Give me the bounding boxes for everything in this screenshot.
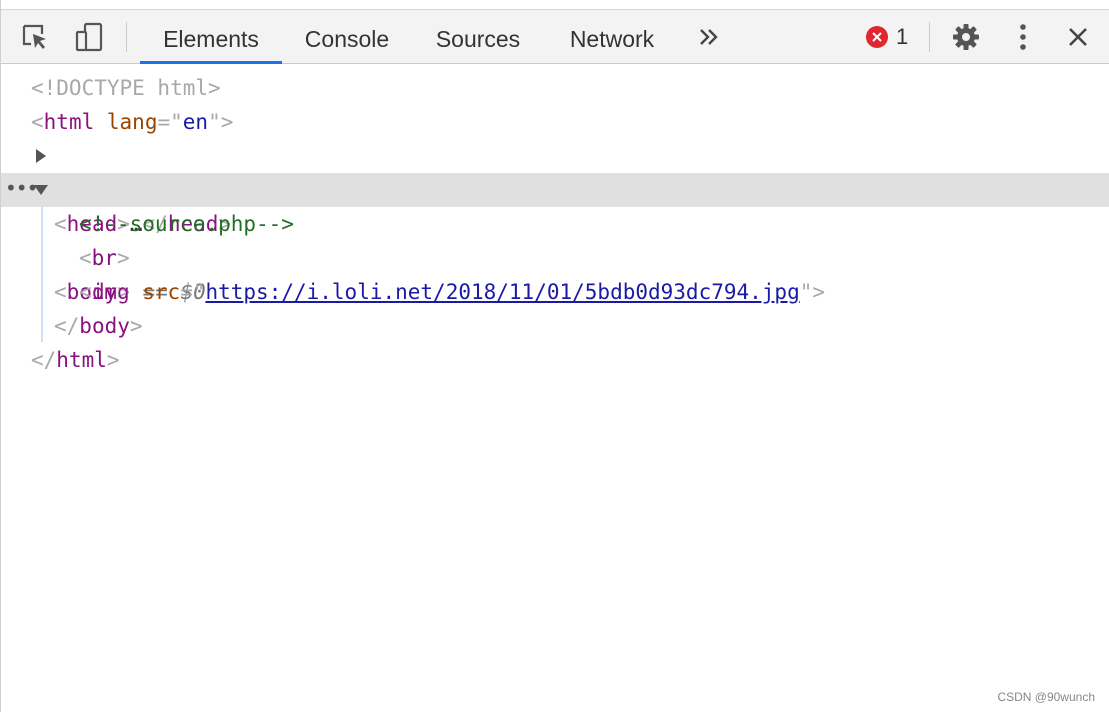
devtools-panel: Elements Console Sources Network 1 <!DOC… <box>0 0 1109 712</box>
tab-sources[interactable]: Sources <box>426 10 530 64</box>
device-toolbar-button[interactable] <box>69 10 109 64</box>
html-close-tag-name: html <box>56 348 107 372</box>
collapse-caret-icon[interactable] <box>34 185 48 195</box>
img-tag-name: img <box>91 280 130 304</box>
html-open-node: <html lang="en"> <box>31 110 234 134</box>
tree-line-body-selected[interactable]: ••• <body> == $0 <box>1 173 1109 304</box>
inspect-element-button[interactable] <box>15 10 55 64</box>
tree-line-head[interactable]: <head>…</head> <box>1 139 1109 236</box>
src-attribute-name: src <box>142 280 181 304</box>
tree-line-br[interactable]: <br> <box>1 241 1109 275</box>
html-close-node: </html> <box>31 348 120 372</box>
html-tag-name: html <box>43 110 95 134</box>
tree-line-doctype[interactable]: <!DOCTYPE html> <box>1 71 1109 105</box>
device-toolbar-icon <box>73 21 105 53</box>
expand-caret-icon[interactable] <box>36 149 46 163</box>
kebab-menu-icon <box>1018 22 1028 52</box>
node-actions-dots[interactable]: ••• <box>5 173 38 207</box>
active-tab-indicator <box>140 61 282 64</box>
chevron-double-right-icon <box>698 26 720 48</box>
error-circle-icon <box>866 26 888 48</box>
inspect-element-icon <box>20 22 50 52</box>
br-tag-name: br <box>91 246 117 270</box>
watermark: CSDN @90wunch <box>997 690 1095 704</box>
gear-icon <box>951 22 981 52</box>
tab-elements[interactable]: Elements <box>140 10 282 64</box>
tab-network[interactable]: Network <box>556 10 668 64</box>
doctype-node: <!DOCTYPE html> <box>31 76 221 100</box>
more-options-button[interactable] <box>1003 10 1043 64</box>
body-close-tag-name: body <box>79 314 130 338</box>
error-count-badge[interactable]: 1 <box>861 10 917 64</box>
lang-attribute-name: lang <box>106 110 158 134</box>
close-devtools-button[interactable] <box>1058 10 1098 64</box>
comment-node: <!--source.php--> <box>79 212 294 236</box>
tree-line-html-open[interactable]: <html lang="en"> <box>1 105 1109 139</box>
tab-console[interactable]: Console <box>295 10 399 64</box>
body-close-node: </body> <box>54 314 143 338</box>
close-icon <box>1067 26 1089 48</box>
br-node: <br> <box>79 246 130 270</box>
lang-attribute-value: en <box>182 110 209 134</box>
devtools-toolbar: Elements Console Sources Network 1 <box>1 9 1109 64</box>
more-tabs-button[interactable] <box>689 10 729 64</box>
tree-line-comment[interactable]: <!--source.php--> <box>1 207 1109 241</box>
error-count: 1 <box>896 24 909 49</box>
tree-line-body-close[interactable]: </body> <box>1 309 1109 343</box>
tree-line-html-close[interactable]: </html> <box>1 343 1109 377</box>
toolbar-divider <box>126 22 127 52</box>
img-node: <img src="https://i.loli.net/2018/11/01/… <box>79 280 826 304</box>
settings-button[interactable] <box>946 10 986 64</box>
children-indent-guide <box>41 206 43 342</box>
src-attribute-link[interactable]: https://i.loli.net/2018/11/01/5bdb0d93dc… <box>205 280 799 304</box>
toolbar-divider <box>929 22 930 52</box>
tree-line-img[interactable]: <img src="https://i.loli.net/2018/11/01/… <box>1 275 1109 309</box>
